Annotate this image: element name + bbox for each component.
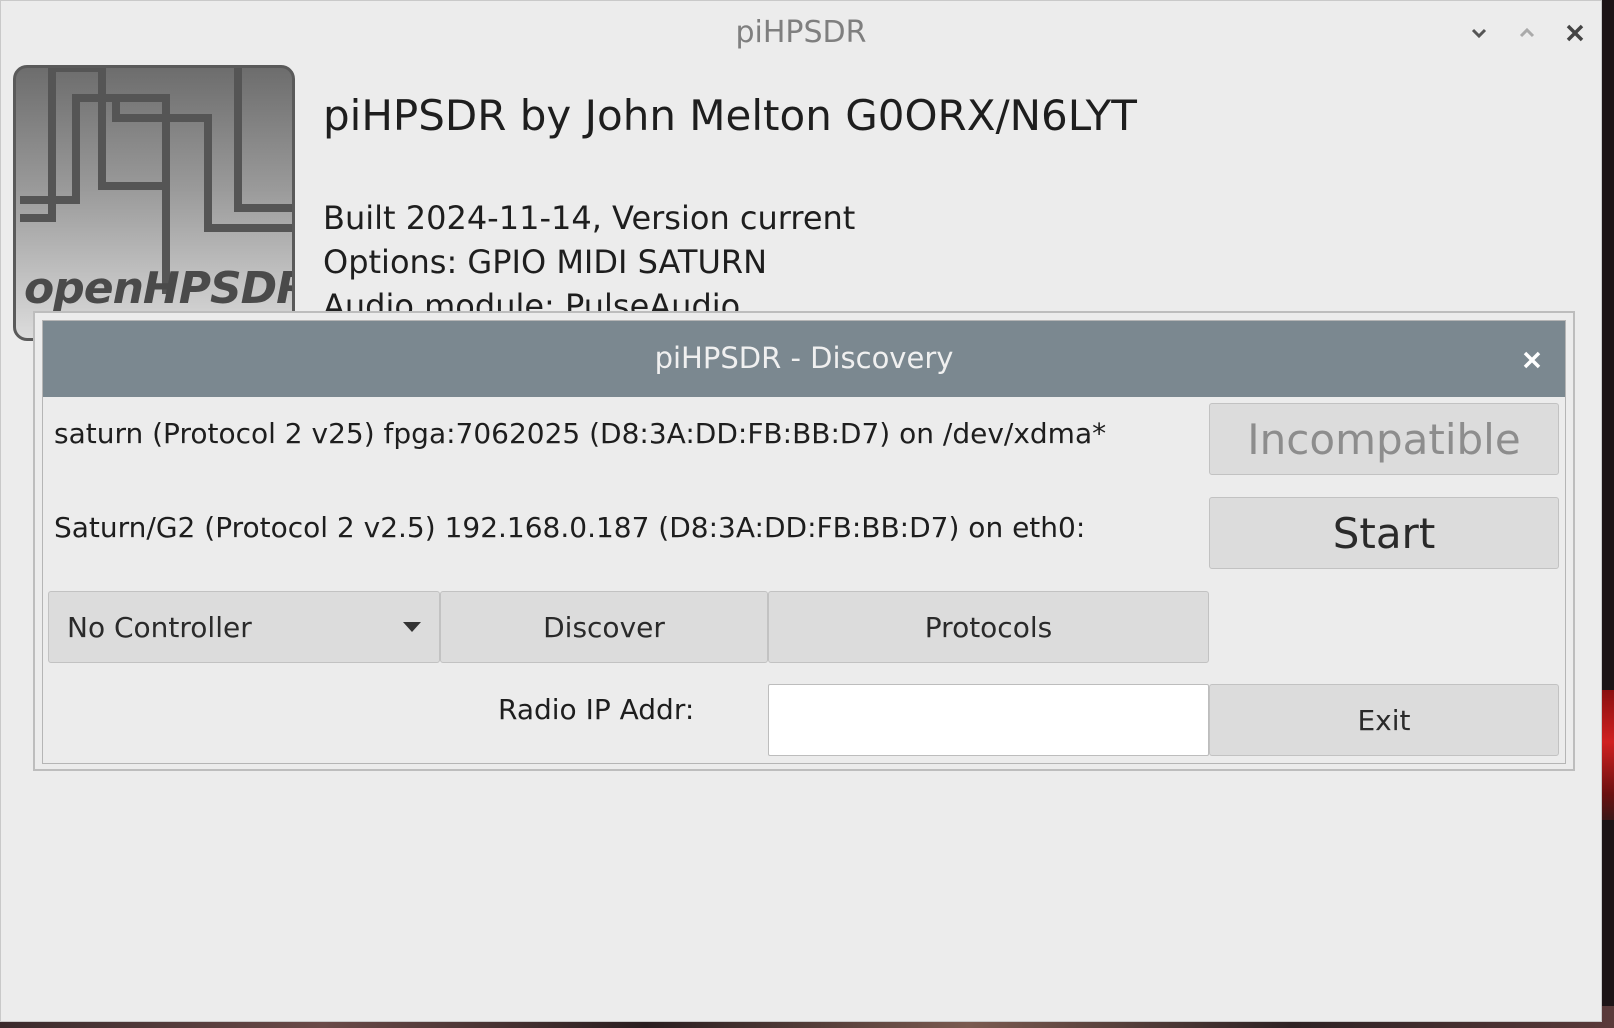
start-button[interactable]: Start xyxy=(1209,497,1559,569)
options-info: Options: GPIO MIDI SATURN xyxy=(323,243,768,281)
close-icon xyxy=(1523,351,1541,369)
protocols-button[interactable]: Protocols xyxy=(768,591,1209,663)
discovery-dialog: piHPSDR - Discovery saturn (Protocol 2 v… xyxy=(33,311,1575,771)
chevron-down-icon xyxy=(1471,28,1487,39)
audio-module-info: Audio module: PulseAudio xyxy=(323,287,741,313)
radio-description: Saturn/G2 (Protocol 2 v2.5) 192.168.0.18… xyxy=(54,511,1086,544)
radio-description: saturn (Protocol 2 v25) fpga:7062025 (D8… xyxy=(54,417,1107,450)
dropdown-arrow-icon xyxy=(403,622,421,632)
controller-select[interactable]: No Controller xyxy=(48,591,440,663)
build-info: Built 2024-11-14, Version current xyxy=(323,199,856,237)
dialog-titlebar[interactable]: piHPSDR - Discovery xyxy=(43,321,1565,397)
window-titlebar[interactable]: piHPSDR xyxy=(1,1,1601,63)
radio-ip-input[interactable] xyxy=(768,684,1209,756)
dialog-close-button[interactable] xyxy=(1517,345,1547,375)
logo-text: openHPSDR xyxy=(24,263,295,314)
close-icon xyxy=(1566,24,1584,42)
maximize-button[interactable] xyxy=(1509,15,1545,51)
discovery-dialog-body: piHPSDR - Discovery saturn (Protocol 2 v… xyxy=(42,320,1566,764)
controller-select-value: No Controller xyxy=(67,610,252,644)
close-button[interactable] xyxy=(1557,15,1593,51)
main-window: piHPSDR openHPSDR piHPSDR by John Melton… xyxy=(0,0,1602,1022)
openhpsdr-logo: openHPSDR xyxy=(13,65,295,341)
window-title: piHPSDR xyxy=(735,15,867,50)
minimize-button[interactable] xyxy=(1461,15,1497,51)
exit-button[interactable]: Exit xyxy=(1209,684,1559,756)
desktop-background-edge xyxy=(1602,690,1614,820)
radio-ip-label: Radio IP Addr: xyxy=(498,693,695,726)
chevron-up-icon xyxy=(1519,27,1535,38)
dialog-title: piHPSDR - Discovery xyxy=(654,341,954,375)
incompatible-button: Incompatible xyxy=(1209,403,1559,475)
app-heading: piHPSDR by John Melton G0ORX/N6LYT xyxy=(323,91,1137,140)
discover-button[interactable]: Discover xyxy=(440,591,768,663)
